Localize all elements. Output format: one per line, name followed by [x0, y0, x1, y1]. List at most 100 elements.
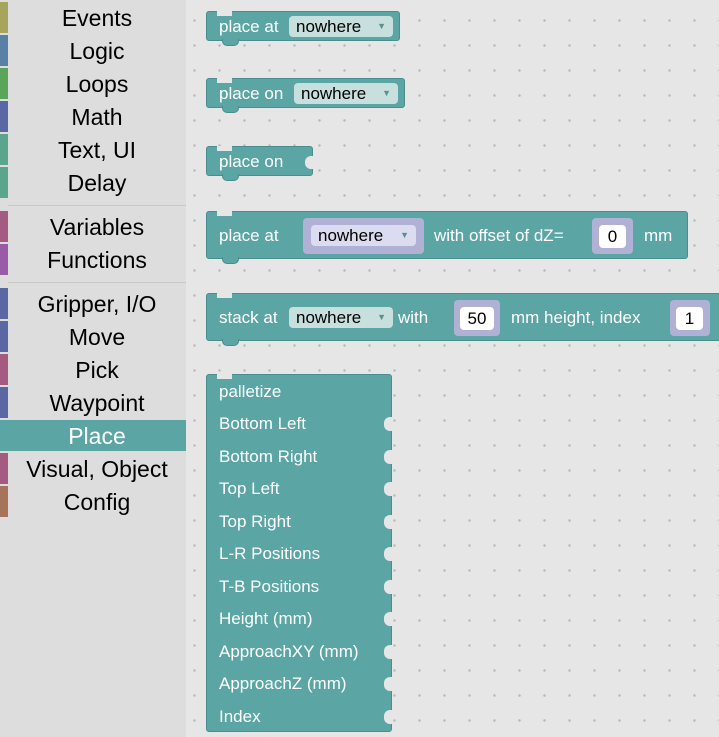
category-color-stripe [0, 288, 8, 319]
category-color-stripe [0, 244, 8, 275]
category-functions[interactable]: Functions [0, 244, 186, 277]
toolbox: Events Logic Loops Math Text, UI Delay V… [0, 0, 186, 737]
height-input-slot[interactable]: 50 [454, 300, 500, 336]
category-color-stripe [0, 101, 8, 132]
category-move[interactable]: Move [0, 321, 186, 354]
category-color-stripe [0, 167, 8, 198]
block-tab [222, 257, 239, 264]
dropdown-value: nowhere [318, 226, 384, 245]
category-label: Visual, Object [26, 456, 168, 482]
category-math[interactable]: Math [0, 101, 186, 134]
value-input-socket[interactable] [384, 515, 392, 529]
offset-label: with offset of dZ= [434, 226, 564, 245]
offset-input-slot[interactable]: 0 [592, 218, 633, 254]
value-input-socket[interactable] [384, 645, 392, 659]
toolbox-separator [8, 282, 186, 283]
value-input-socket[interactable] [384, 612, 392, 626]
dropdown-arrow-icon: ▼ [377, 21, 386, 31]
category-label: Loops [65, 71, 129, 97]
input-label-top-left: Top Left [219, 479, 280, 498]
category-label: Move [68, 324, 126, 350]
category-color-stripe [0, 387, 8, 418]
category-variables[interactable]: Variables [0, 211, 186, 244]
category-color-stripe [0, 453, 8, 484]
dropdown-value: nowhere [296, 17, 362, 36]
category-label: Gripper, I/O [37, 291, 157, 317]
category-label: Delay [67, 170, 127, 196]
block-label: place at [219, 17, 279, 36]
block-tab [222, 339, 239, 346]
input-plug [585, 224, 591, 238]
category-loops[interactable]: Loops [0, 68, 186, 101]
input-label-bottom-right: Bottom Right [219, 447, 318, 466]
block-tab [222, 39, 239, 46]
index-input-slot[interactable]: 1 [670, 300, 710, 336]
value-input-socket[interactable] [384, 450, 392, 464]
value-input-socket[interactable] [384, 482, 392, 496]
category-label: Waypoint [49, 390, 145, 416]
input-plug [447, 306, 453, 320]
input-label-height: Height (mm) [219, 609, 313, 628]
category-config[interactable]: Config [0, 486, 186, 519]
block-label: place at [219, 226, 279, 245]
category-pick[interactable]: Pick [0, 354, 186, 387]
category-color-stripe [0, 486, 8, 517]
value-input-socket[interactable] [384, 710, 392, 724]
category-gripper-io[interactable]: Gripper, I/O [0, 288, 186, 321]
place-on-block[interactable]: place on [206, 146, 313, 181]
place-on-dropdown-block[interactable]: place on nowhere ▼ [206, 78, 405, 113]
category-label: Config [63, 489, 131, 515]
category-label: Text, UI [58, 137, 136, 163]
height-value-field[interactable]: 50 [460, 307, 494, 330]
index-value-field[interactable]: 1 [676, 307, 703, 330]
category-label: Math [71, 104, 123, 130]
category-events[interactable]: Events [0, 2, 186, 35]
value-input-socket[interactable] [384, 580, 392, 594]
offset-value-field[interactable]: 0 [599, 225, 626, 248]
category-color-stripe [0, 354, 8, 385]
input-label-tb-positions: T-B Positions [219, 577, 320, 596]
place-at-offset-block[interactable]: place at nowhere ▼ with offset of dZ= 0 m… [206, 211, 688, 264]
category-label: Functions [47, 247, 147, 273]
input-label-approach-xy: ApproachXY (mm) [219, 642, 359, 661]
block-label: place on [219, 152, 284, 171]
location-input-slot[interactable]: nowhere ▼ [303, 218, 424, 254]
input-plug [296, 224, 302, 238]
category-waypoint[interactable]: Waypoint [0, 387, 186, 420]
category-color-stripe [0, 211, 8, 242]
category-place[interactable]: Place [0, 420, 186, 451]
input-label-bottom-left: Bottom Left [219, 414, 306, 433]
palletize-block[interactable]: palletize Bottom Left Bottom Right Top L… [206, 374, 392, 732]
category-color-stripe [0, 321, 8, 352]
value-input-socket[interactable] [384, 677, 392, 691]
input-label-approach-z: ApproachZ (mm) [219, 674, 347, 693]
category-color-stripe [0, 2, 8, 33]
block-label: place on [219, 84, 284, 103]
category-color-stripe [0, 420, 8, 451]
dropdown-value: nowhere [296, 308, 362, 327]
location-dropdown[interactable]: nowhere ▼ [311, 225, 416, 246]
value-input-socket[interactable] [384, 547, 392, 561]
height-label: mm height, index [511, 308, 641, 327]
block-tab [222, 174, 239, 181]
category-color-stripe [0, 134, 8, 165]
with-label: with [398, 308, 429, 327]
category-label: Variables [49, 214, 145, 240]
value-input-socket[interactable] [384, 417, 392, 431]
value-input-socket[interactable] [305, 156, 313, 169]
location-dropdown[interactable]: nowhere ▼ [289, 16, 393, 37]
location-dropdown[interactable]: nowhere ▼ [294, 83, 398, 104]
place-at-block[interactable]: place at nowhere ▼ [206, 11, 400, 46]
block-label: stack at [219, 308, 278, 327]
category-visual-object[interactable]: Visual, Object [0, 453, 186, 486]
category-text-ui[interactable]: Text, UI [0, 134, 186, 167]
location-dropdown[interactable]: nowhere ▼ [289, 307, 393, 328]
flyout-workspace: place at nowhere ▼ place on nowhere ▼ plac… [186, 0, 719, 737]
category-label: Place [68, 423, 126, 449]
category-color-stripe [0, 68, 8, 99]
input-label-lr-positions: L-R Positions [219, 544, 321, 563]
block-tab [222, 106, 239, 113]
stack-at-block[interactable]: stack at nowhere ▼ with 50 mm height, ind… [206, 293, 719, 346]
category-logic[interactable]: Logic [0, 35, 186, 68]
category-delay[interactable]: Delay [0, 167, 186, 200]
